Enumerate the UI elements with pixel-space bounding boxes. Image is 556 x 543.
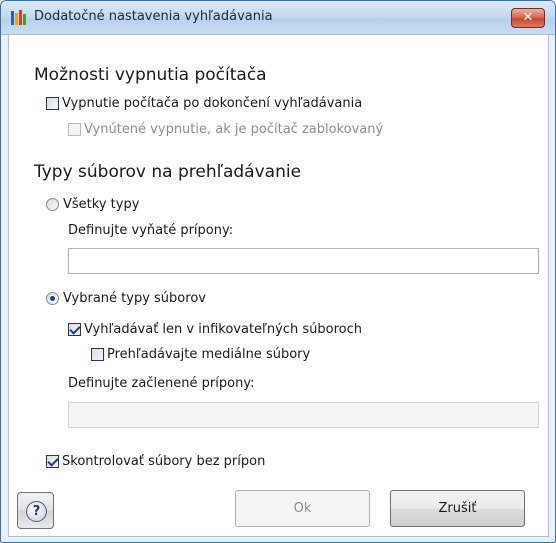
infectable-only-checkbox[interactable]: [68, 323, 81, 336]
included-extensions-input: [68, 402, 539, 428]
all-types-radio[interactable]: [46, 198, 59, 211]
dialog-window: Dodatočné nastavenia vyhľadávania ✕ Možn…: [0, 0, 556, 543]
force-shutdown-option: Vynútené vypnutie, ak je počítač zabloko…: [68, 122, 383, 137]
no-extension-option[interactable]: Skontrolovať súbory bez prípon: [46, 454, 265, 469]
all-types-label: Všetky typy: [63, 197, 140, 212]
avg-logo-icon: [11, 10, 26, 25]
included-extensions-label: Definujte začlenené prípony:: [68, 376, 255, 391]
help-button[interactable]: ?: [17, 492, 54, 529]
cancel-button[interactable]: Zrušiť: [390, 490, 525, 527]
section-title-file-types: Typy súborov na prehľadávanie: [34, 162, 302, 182]
no-extension-checkbox[interactable]: [46, 455, 59, 468]
shutdown-after-scan-option[interactable]: Vypnutie počítača po dokončení vyhľadáva…: [46, 96, 362, 111]
all-types-option[interactable]: Všetky typy: [46, 197, 139, 212]
help-icon: ?: [26, 501, 47, 522]
title-bar[interactable]: Dodatočné nastavenia vyhľadávania ✕: [1, 1, 555, 35]
excluded-extensions-label: Definujte vyňaté prípony:: [68, 223, 234, 238]
close-button[interactable]: ✕: [511, 8, 545, 28]
section-title-shutdown: Možnosti vypnutia počítača: [34, 65, 267, 85]
infectable-only-option[interactable]: Vyhľadávať len v infikovateľných súboroc…: [68, 322, 362, 337]
media-files-label: Prehľadávajte mediálne súbory: [107, 347, 311, 362]
shutdown-after-scan-label: Vypnutie počítača po dokončení vyhľadáva…: [62, 96, 363, 111]
close-icon: ✕: [522, 10, 534, 25]
no-extension-label: Skontrolovať súbory bez prípon: [62, 454, 266, 469]
media-files-option[interactable]: Prehľadávajte mediálne súbory: [91, 347, 310, 362]
ok-button: Ok: [235, 490, 370, 527]
excluded-extensions-input[interactable]: [68, 248, 539, 274]
shutdown-after-scan-checkbox[interactable]: [46, 97, 59, 110]
force-shutdown-label: Vynútené vypnutie, ak je počítač zabloko…: [84, 122, 384, 137]
force-shutdown-checkbox: [68, 123, 81, 136]
infectable-only-label: Vyhľadávať len v infikovateľných súboroc…: [84, 322, 362, 337]
selected-types-label: Vybrané typy súborov: [63, 291, 206, 306]
selected-types-option[interactable]: Vybrané typy súborov: [46, 291, 206, 306]
media-files-checkbox[interactable]: [91, 348, 104, 361]
selected-types-radio[interactable]: [46, 292, 59, 305]
window-title: Dodatočné nastavenia vyhľadávania: [34, 9, 273, 24]
